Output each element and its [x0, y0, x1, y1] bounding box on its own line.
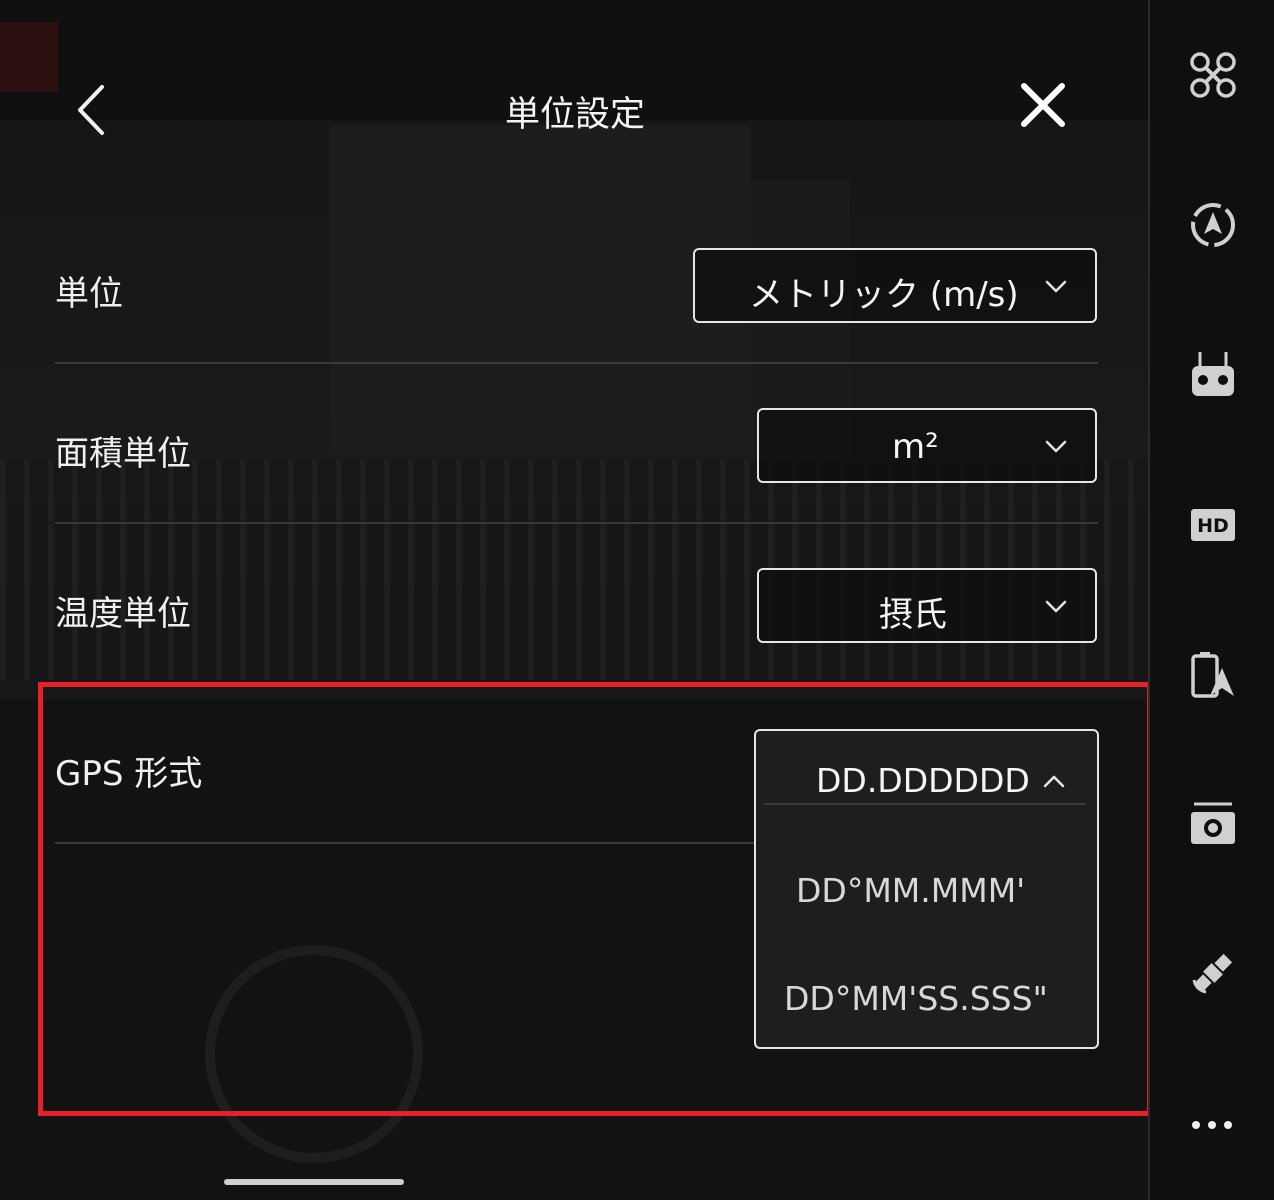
temperature-units-select[interactable]: 摂氏	[757, 568, 1097, 643]
chevron-up-icon	[1043, 775, 1065, 788]
close-icon	[1021, 83, 1065, 127]
area-units-label: 面積単位	[55, 434, 191, 474]
home-indicator[interactable]	[224, 1179, 404, 1185]
chevron-down-icon	[1045, 600, 1067, 613]
gps-format-label: GPS 形式	[55, 754, 203, 794]
camera-icon	[1191, 802, 1235, 844]
units-select[interactable]: メトリック (m/s)	[693, 248, 1097, 323]
gps-format-option-label: DD°MM.MMM'	[796, 871, 1026, 910]
back-button[interactable]	[60, 75, 120, 145]
chevron-left-icon	[78, 85, 104, 135]
hd-label: HD	[1197, 515, 1229, 537]
divider	[55, 842, 755, 844]
gps-format-option-label: DD°MM'SS.SSS"	[784, 979, 1048, 1018]
close-button[interactable]	[1010, 78, 1076, 138]
drone-icon	[1190, 52, 1236, 98]
battery-icon	[1191, 652, 1234, 698]
temperature-units-label: 温度単位	[55, 594, 191, 634]
divider	[55, 522, 1098, 524]
right-toolbar: HD	[1148, 0, 1274, 1200]
drone-button[interactable]	[1188, 50, 1238, 100]
temperature-units-value: 摂氏	[879, 595, 947, 635]
divider	[55, 362, 1098, 364]
battery-button[interactable]	[1188, 650, 1238, 700]
hd-button[interactable]: HD	[1188, 503, 1238, 553]
chevron-down-icon	[1045, 280, 1067, 293]
units-value: メトリック (m/s)	[749, 275, 1019, 315]
gps-format-option[interactable]: DD°MM.MMM'	[756, 845, 1097, 935]
more-button[interactable]	[1188, 1100, 1238, 1150]
dropdown-divider	[764, 803, 1086, 805]
area-units-select[interactable]: m²	[757, 408, 1097, 483]
units-label: 単位	[55, 274, 123, 314]
camera-button[interactable]	[1188, 800, 1238, 850]
settings-header: 単位設定	[0, 0, 1148, 215]
gps-format-selected-value: DD.DDDDDD	[816, 761, 1030, 800]
area-units-value: m²	[892, 427, 939, 467]
satellite-icon	[1192, 953, 1233, 994]
page-title: 単位設定	[504, 95, 645, 135]
gps-format-option[interactable]: DD°MM'SS.SSS"	[756, 953, 1097, 1043]
gps-format-dropdown: DD.DDDDDD DD°MM.MMM' DD°MM'SS.SSS"	[754, 729, 1099, 1049]
remote-controller-icon	[1192, 352, 1234, 396]
remote-controller-button[interactable]	[1188, 350, 1238, 400]
navigation-icon	[1191, 203, 1235, 247]
gps-format-selected[interactable]: DD.DDDDDD	[756, 731, 1097, 805]
navigation-button[interactable]	[1188, 200, 1238, 250]
satellite-button[interactable]	[1188, 948, 1238, 998]
chevron-down-icon	[1045, 440, 1067, 453]
more-icon	[1192, 1121, 1232, 1129]
